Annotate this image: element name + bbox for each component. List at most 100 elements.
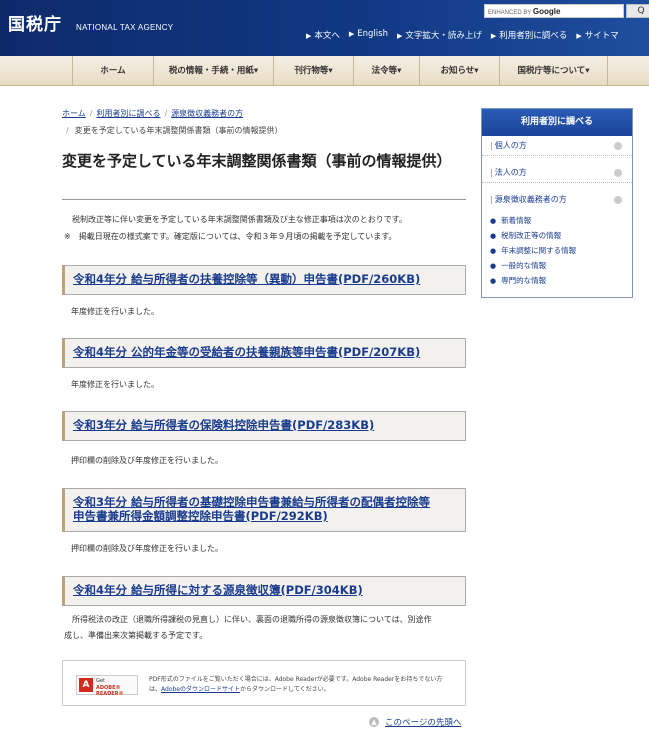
sidebar-subitem-label: 年末調整に関する情報 (501, 246, 577, 255)
document-heading: 令和4年分 給与所得者の扶養控除等（異動）申告書(PDF/260KB) (62, 265, 466, 295)
document-heading: 令和3年分 給与所得者の保険料控除申告書(PDF/283KB) (62, 411, 466, 441)
breadcrumb-separator: / (89, 109, 93, 118)
nav-tax-info[interactable]: 税の情報・手続・用紙▾ (154, 56, 274, 86)
page-title: 変更を予定している年末調整関係書類（事前の情報提供） (62, 152, 452, 170)
back-to-top[interactable]: ▲ このページの先頭へ (369, 716, 461, 728)
arrow-up-icon: ▲ (369, 717, 379, 727)
breadcrumb-separator: / (66, 126, 69, 135)
nav-about[interactable]: 国税庁等について▾ (500, 56, 608, 86)
document-note: 年度修正を行いました。 (71, 307, 159, 316)
document-link[interactable]: 令和3年分 給与所得者の基礎控除申告書兼給与所得者の配偶者控除等 申告書兼所得金額… (73, 495, 430, 523)
document-heading: 令和4年分 公的年金等の受給者の扶養親族等申告書(PDF/207KB) (62, 338, 466, 368)
document-note: 押印欄の削除及び年度修正を行いました。 (71, 544, 223, 553)
sidebar-item-label: 法人の方 (494, 168, 527, 177)
header-links: ▶ 本文へ ▶ English ▶ 文字拡大・読み上げ ▶ 利用者別に調べる ▶ サイトマ (306, 29, 628, 41)
adobe-notice-pre: は、 (149, 686, 162, 693)
adobe-reader-notice: A Get ADOBE® READER® PDF形式のファイルをご覧いただく場合… (62, 660, 466, 706)
sidebar-item-withholding[interactable]: | 源泉徴収義務者の方 (482, 190, 632, 210)
bullet-icon: ● (490, 277, 497, 285)
sidebar-subitem-label: 新着情報 (501, 216, 532, 225)
agency-name: NATIONAL TAX AGENCY (76, 23, 174, 32)
document-note-line2: 成し、準備出来次第掲載する予定です。 (64, 631, 208, 640)
sidebar-subitem-news[interactable]: ● 新着情報 (490, 215, 531, 226)
document-note: 所得税法の改正（退職所得課税の見直し）に伴い、裏面の退職所得の源泉徴収簿について… (64, 612, 466, 644)
sidebar-item-individual[interactable]: | 個人の方 (482, 136, 632, 156)
link-accessibility[interactable]: ▶ 文字拡大・読み上げ (397, 29, 482, 41)
document-note: 押印欄の削除及び年度修正を行いました。 (71, 456, 223, 465)
link-english[interactable]: ▶ English (349, 29, 388, 41)
search-button[interactable]: Q (626, 4, 649, 18)
document-link-line1: 令和3年分 給与所得者の基礎控除申告書兼給与所得者の配偶者控除等 (73, 495, 431, 509)
sidebar-pre-mark: | (490, 195, 493, 204)
search-brand: Google (532, 7, 561, 16)
link-by-user[interactable]: ▶ 利用者別に調べる (491, 29, 567, 41)
sidebar-subitem-tax-reform[interactable]: ● 税制改正等の情報 (490, 230, 561, 241)
circle-arrow-icon (614, 169, 622, 177)
adobe-logo-icon: A (79, 678, 93, 692)
sidebar-subitem-year-end[interactable]: ● 年末調整に関する情報 (490, 245, 576, 256)
sidebar-item-corporation[interactable]: | 法人の方 (482, 163, 632, 183)
document-note: 年度修正を行いました。 (71, 380, 159, 389)
circle-arrow-icon (614, 142, 622, 150)
nav-publications[interactable]: 刊行物等▾ (274, 56, 354, 86)
logo-text: 国税庁 (8, 15, 62, 35)
search-icon: Q (637, 6, 645, 16)
breadcrumb-withholding[interactable]: 源泉徴収義務者の方 (171, 109, 243, 118)
back-to-top-label: このページの先頭へ (385, 718, 462, 728)
breadcrumb: ホーム / 利用者別に調べる / 源泉徴収義務者の方 (62, 108, 243, 119)
sidebar-item-label: 個人の方 (494, 141, 527, 150)
breadcrumb-by-user[interactable]: 利用者別に調べる (96, 109, 160, 118)
site-header: 国税庁 NATIONAL TAX AGENCY ENHANCED BY Goog… (0, 0, 649, 56)
global-nav: ホーム 税の情報・手続・用紙▾ 刊行物等▾ 法令等▾ お知らせ▾ 国税庁等につい… (0, 56, 649, 86)
site-logo[interactable]: 国税庁 NATIONAL TAX AGENCY (8, 10, 173, 35)
link-label: サイトマ (584, 31, 619, 41)
arrow-right-icon: ▶ (490, 32, 497, 40)
bullet-icon: ● (490, 262, 497, 270)
breadcrumb-current: / 変更を予定している年末調整関係書類（事前の情報提供） (66, 125, 282, 136)
sidebar-subitem-professional[interactable]: ● 専門的な情報 (490, 275, 546, 286)
link-label: 利用者別に調べる (499, 31, 568, 41)
document-heading: 令和3年分 給与所得者の基礎控除申告書兼給与所得者の配偶者控除等 申告書兼所得金額… (62, 488, 466, 532)
sidebar: 利用者別に調べる | 個人の方 | 法人の方 | 源泉徴収義務者の方 ● 新着情報 ● 税… (481, 108, 633, 298)
arrow-right-icon: ▶ (576, 32, 582, 40)
title-divider (62, 199, 466, 200)
intro-text: 税制改正等に伴い変更を予定している年末調整関係書類及び主な修正事項は次のとおりで… (72, 215, 407, 224)
document-link-line2: 申告書兼所得金額調整控除申告書(PDF/292KB) (73, 509, 328, 523)
get-adobe-reader-button[interactable]: A Get ADOBE® READER® (76, 675, 138, 697)
nav-notices[interactable]: お知らせ▾ (420, 56, 500, 86)
nav-laws[interactable]: 法令等▾ (354, 56, 420, 86)
search-input[interactable]: ENHANCED BY Google (484, 4, 624, 18)
circle-arrow-icon (614, 196, 622, 204)
link-skip-to-content[interactable]: ▶ 本文へ (306, 29, 340, 41)
breadcrumb-current-label: 変更を予定している年末調整関係書類（事前の情報提供） (74, 126, 283, 135)
nav-home[interactable]: ホーム (72, 56, 154, 86)
adobe-notice-post: からダウンロードしてください。 (240, 686, 330, 693)
arrow-right-icon: ▶ (348, 30, 355, 38)
search-enhanced-label: ENHANCED BY (488, 10, 532, 16)
breadcrumb-home[interactable]: ホーム (62, 109, 86, 118)
adobe-download-link[interactable]: Adobeのダウンロードサイト (161, 686, 240, 693)
bullet-icon: ● (490, 247, 497, 255)
document-link[interactable]: 令和4年分 給与所得者の扶養控除等（異動）申告書(PDF/260KB) (73, 272, 420, 286)
bullet-icon: ● (490, 217, 497, 225)
sidebar-subitem-label: 一般的な情報 (501, 261, 547, 270)
link-label: 本文へ (314, 31, 340, 41)
bullet-icon: ● (490, 232, 497, 240)
sidebar-item-label: 源泉徴収義務者の方 (494, 195, 567, 204)
sidebar-pre-mark: | (490, 141, 493, 150)
link-label: English (357, 29, 388, 39)
document-note-line1: 所得税法の改正（退職所得課税の見直し）に伴い、裏面の退職所得の源泉徴収簿について… (72, 615, 432, 624)
document-link[interactable]: 令和4年分 給与所得に対する源泉徴収簿(PDF/304KB) (73, 583, 363, 597)
sidebar-pre-mark: | (490, 168, 493, 177)
adobe-notice-text: PDF形式のファイルをご覧いただく場合には、Adobe Readerが必要です。… (149, 675, 459, 695)
sidebar-subitem-general[interactable]: ● 一般的な情報 (490, 260, 546, 271)
adobe-notice-line1: PDF形式のファイルをご覧いただく場合には、Adobe Readerが必要です。… (149, 676, 443, 683)
adobe-notice-line2: は、Adobeのダウンロードサイトからダウンロードしてください。 (149, 685, 459, 695)
sidebar-subitem-label: 専門的な情報 (501, 276, 547, 285)
document-link[interactable]: 令和3年分 給与所得者の保険料控除申告書(PDF/283KB) (73, 418, 374, 432)
link-label: 文字拡大・読み上げ (405, 31, 482, 41)
document-heading: 令和4年分 給与所得に対する源泉徴収簿(PDF/304KB) (62, 576, 466, 606)
link-sitemap[interactable]: ▶ サイトマ (576, 29, 618, 41)
sidebar-heading: 利用者別に調べる (482, 109, 632, 136)
document-link[interactable]: 令和4年分 公的年金等の受給者の扶養親族等申告書(PDF/207KB) (73, 345, 420, 359)
